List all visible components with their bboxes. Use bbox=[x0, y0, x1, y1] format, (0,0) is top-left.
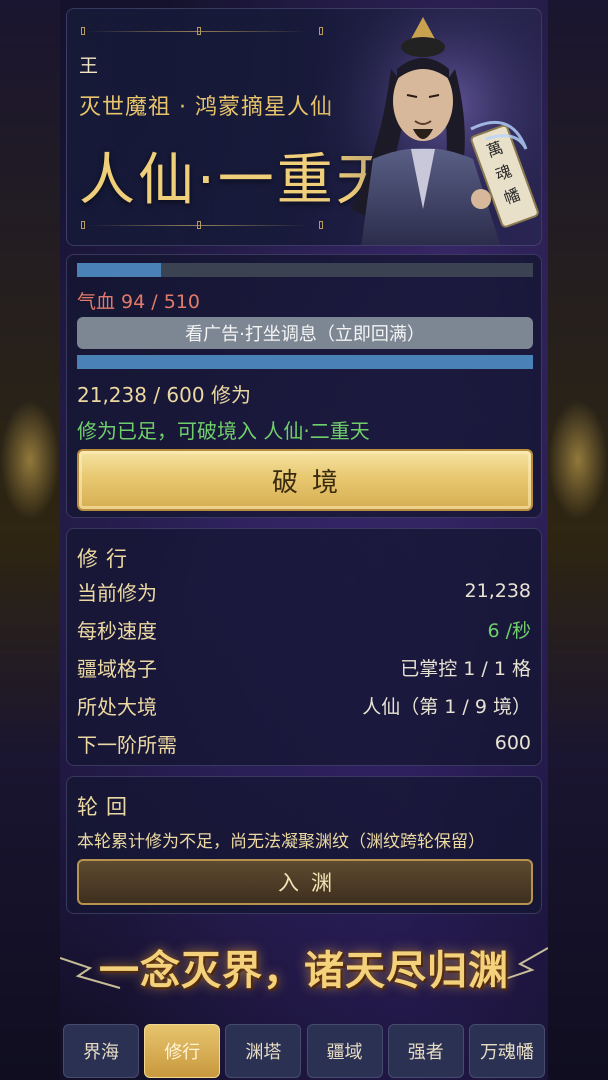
hp-text: 气血 94 / 510 bbox=[77, 291, 200, 313]
player-name: 王 bbox=[79, 55, 99, 77]
stat-value: 600 bbox=[494, 732, 531, 754]
nav-tab-qiangzhe[interactable]: 强者 bbox=[387, 1024, 464, 1078]
practice-panel: 修行 当前修为 21,238 每秒速度 6 /秒 疆域格子 已掌控 1 / 1 … bbox=[66, 528, 542, 766]
stat-value: 已掌控 1 / 1 格 bbox=[400, 657, 531, 680]
watch-ad-meditate-button[interactable]: 看广告·打坐调息（立即回满） bbox=[77, 317, 533, 349]
breakthrough-button[interactable]: 破境 bbox=[77, 449, 533, 511]
reincarnation-title: 轮回 bbox=[77, 795, 135, 819]
stat-label: 所处大境 bbox=[77, 694, 157, 719]
right-backdrop bbox=[548, 0, 608, 1080]
stat-value: 人仙（第 1 / 9 境） bbox=[362, 695, 531, 718]
stat-value: 21,238 bbox=[464, 580, 531, 602]
reincarnation-panel: 轮回 本轮累计修为不足，尚无法凝聚渊纹（渊纹跨轮保留） 入渊 bbox=[66, 776, 542, 914]
deco-dot bbox=[81, 27, 85, 35]
stat-value: 6 /秒 bbox=[487, 619, 531, 642]
deco-dot bbox=[197, 27, 201, 35]
bottom-nav: 界海 修行 渊塔 疆域 强者 万魂幡 bbox=[60, 1020, 548, 1080]
breakthrough-ready-text: 修为已足，可破境入 人仙·二重天 bbox=[77, 419, 370, 443]
character-header: 王 灭世魔祖 · 鸿蒙摘星人仙 人仙·一重天 萬 魂 幡 bbox=[66, 8, 542, 246]
stat-label: 每秒速度 bbox=[77, 618, 157, 643]
deco-dot bbox=[197, 221, 201, 229]
nav-tab-yuanta[interactable]: 渊塔 bbox=[225, 1024, 302, 1078]
character-portrait: 萬 魂 幡 bbox=[311, 9, 541, 245]
hp-bar bbox=[77, 263, 533, 277]
nav-tab-jiehai[interactable]: 界海 bbox=[63, 1024, 139, 1078]
stat-label: 疆域格子 bbox=[77, 656, 157, 681]
practice-title: 修行 bbox=[77, 547, 135, 571]
enter-abyss-button[interactable]: 入渊 bbox=[77, 859, 533, 905]
cultivation-bar-fill bbox=[77, 355, 533, 369]
nav-tab-xiuxing[interactable]: 修行 bbox=[144, 1024, 221, 1078]
left-backdrop bbox=[0, 0, 60, 1080]
reincarnation-note: 本轮累计修为不足，尚无法凝聚渊纹（渊纹跨轮保留） bbox=[77, 832, 485, 852]
deco-dot bbox=[81, 221, 85, 229]
nav-tab-wanhunfan[interactable]: 万魂幡 bbox=[468, 1024, 545, 1078]
stat-label: 当前修为 bbox=[77, 580, 157, 605]
nav-tab-jiangyu[interactable]: 疆域 bbox=[306, 1024, 383, 1078]
cultivation-text: 21,238 / 600 修为 bbox=[77, 383, 251, 407]
player-title: 灭世魔祖 · 鸿蒙摘星人仙 bbox=[79, 95, 333, 120]
slogan-text: 一念灭界，诸天尽归渊 bbox=[99, 947, 509, 994]
status-panel: 气血 94 / 510 看广告·打坐调息（立即回满） 21,238 / 600 … bbox=[66, 254, 542, 518]
hp-bar-fill bbox=[77, 263, 161, 277]
game-screen: 王 灭世魔祖 · 鸿蒙摘星人仙 人仙·一重天 萬 魂 幡 气血 94 / 510… bbox=[60, 0, 548, 1080]
stat-row-speed: 每秒速度 6 /秒 bbox=[77, 615, 531, 643]
cultivation-bar bbox=[77, 355, 533, 369]
slogan-banner: 一念灭界，诸天尽归渊 bbox=[60, 918, 548, 1014]
stat-row-realm: 所处大境 人仙（第 1 / 9 境） bbox=[77, 691, 531, 719]
stat-row-next-requirement: 下一阶所需 600 bbox=[77, 729, 531, 757]
right-glow bbox=[548, 400, 608, 520]
stat-row-current-cultivation: 当前修为 21,238 bbox=[77, 577, 531, 605]
stat-label: 下一阶所需 bbox=[77, 732, 177, 757]
stat-row-territory: 疆域格子 已掌控 1 / 1 格 bbox=[77, 653, 531, 681]
left-glow bbox=[0, 400, 60, 520]
